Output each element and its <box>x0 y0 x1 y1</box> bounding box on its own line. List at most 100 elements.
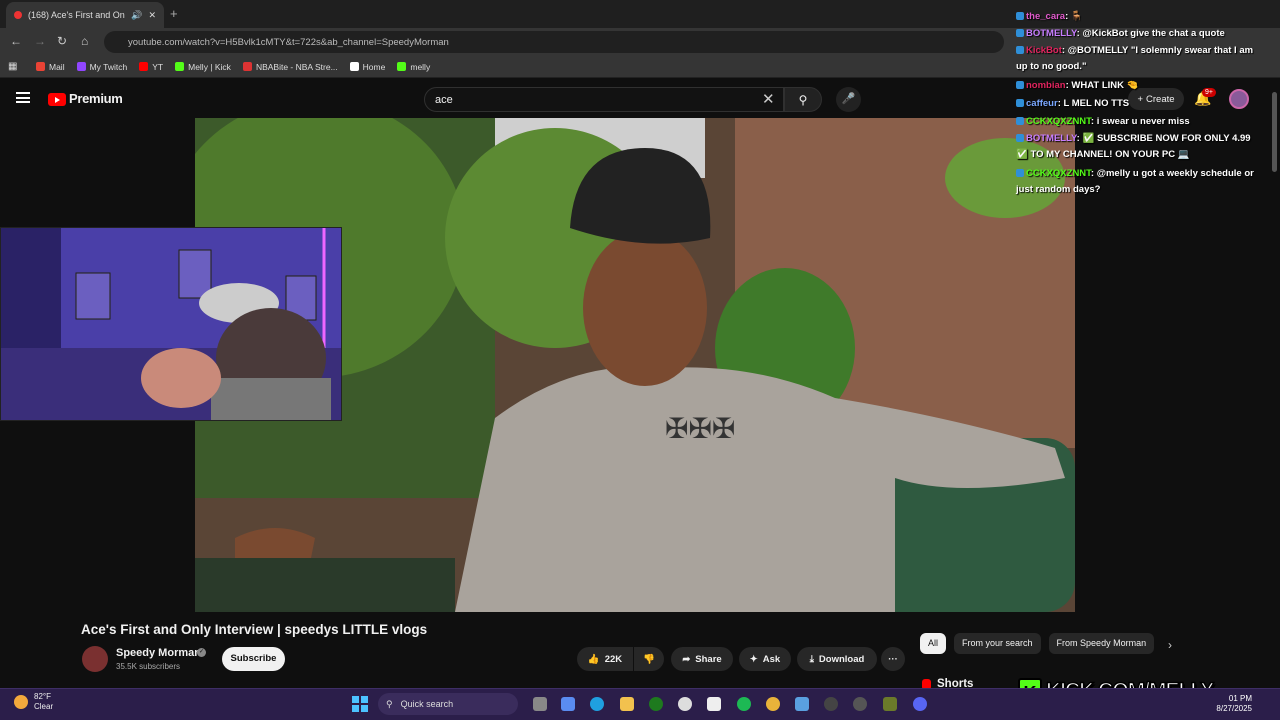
kick-icon <box>397 62 407 71</box>
sparkle-icon: ✦ <box>749 653 758 665</box>
channel-avatar[interactable] <box>82 646 108 672</box>
thumbs-down-icon: 👎 <box>643 653 655 665</box>
bookmark-yt[interactable]: YT <box>139 62 163 72</box>
chat-badge-icon <box>1016 117 1024 125</box>
download-button[interactable]: ⤓ Download <box>797 647 877 671</box>
system-clock[interactable]: 01 PM 8/27/2025 <box>1208 694 1252 714</box>
share-button[interactable]: ➦ Share <box>671 647 733 671</box>
bookmark-twitch[interactable]: My Twitch <box>76 62 127 72</box>
mail-icon <box>36 62 45 71</box>
app-icon[interactable] <box>853 697 867 711</box>
chat-text: ✅ TO MY CHANNEL! ON YOUR PC 💻 <box>1016 149 1190 160</box>
chat-badge-icon <box>1016 12 1024 20</box>
spotify-icon[interactable] <box>737 697 751 711</box>
kick-icon <box>175 62 185 71</box>
chat-username[interactable]: caffeur <box>1026 98 1058 109</box>
webcam-overlay <box>0 227 342 421</box>
forward-icon[interactable]: → <box>34 34 46 48</box>
like-count: 22K <box>604 653 623 665</box>
bookmark-mail[interactable]: Mail <box>36 62 65 72</box>
chat-message: ✅ TO MY CHANNEL! ON YOUR PC 💻 <box>1016 147 1280 163</box>
chip-from-speedy-morman[interactable]: From Speedy Morman <box>1048 633 1155 654</box>
chat-username[interactable]: BOTMELLY <box>1026 28 1077 39</box>
obs-icon[interactable] <box>678 697 692 711</box>
chat-text: : @melly u got a weekly schedule or <box>1090 168 1254 179</box>
search-input[interactable]: ace <box>424 87 784 112</box>
chat-message: BOTMELLY: ✅ SUBSCRIBE NOW FOR ONLY 4.99 <box>1016 131 1280 147</box>
windows-start-icon[interactable] <box>352 696 368 712</box>
chip-from-your-search[interactable]: From your search <box>954 633 1041 654</box>
chat-message: just random days? <box>1016 182 1280 198</box>
photos-icon[interactable] <box>795 697 809 711</box>
chat-text: : i swear u never miss <box>1090 116 1190 127</box>
back-icon[interactable]: ← <box>10 34 22 48</box>
bookmark-nbabite[interactable]: NBABite - NBA Stre... <box>242 62 338 72</box>
chip-all[interactable]: All <box>920 633 947 654</box>
copilot-icon[interactable] <box>561 697 575 711</box>
apps-grid-icon[interactable]: ▦ <box>8 61 17 72</box>
chat-message: KickBot: @BOTMELLY "I solemnly swear tha… <box>1016 43 1280 59</box>
chat-username[interactable]: CCKXQXZNNT <box>1026 168 1091 179</box>
weather-sun-icon <box>14 695 28 709</box>
premium-logo-text[interactable]: Premium <box>69 91 123 106</box>
chat-badge-icon <box>1016 169 1024 177</box>
tab-audio-icon[interactable]: 🔊 <box>131 10 142 21</box>
edge-icon[interactable] <box>590 697 604 711</box>
mic-icon: 🎤 <box>841 93 856 105</box>
search-query: ace <box>435 93 453 106</box>
new-tab-button[interactable]: + <box>170 6 178 21</box>
weather-widget[interactable]: 82°F Clear <box>14 692 53 712</box>
store-icon[interactable] <box>707 697 721 711</box>
chat-message: nombian: WHAT LINK 🤏 <box>1016 78 1280 94</box>
chat-text: up to no good." <box>1016 61 1087 72</box>
minecraft-icon[interactable] <box>883 697 897 711</box>
like-button[interactable]: 👍 22K <box>577 647 633 671</box>
subscribe-button[interactable]: Subscribe <box>222 647 285 671</box>
dislike-button[interactable]: 👎 <box>634 647 664 671</box>
download-label: Download <box>818 653 865 665</box>
clear-search-icon[interactable]: ✕ <box>762 90 775 108</box>
chat-username[interactable]: KickBot <box>1026 45 1062 56</box>
nba-icon <box>242 62 252 71</box>
chat-badge-icon <box>1016 29 1024 37</box>
chat-username[interactable]: BOTMELLY <box>1026 133 1077 144</box>
task-view-icon[interactable] <box>533 697 547 711</box>
chat-message: caffeur: L MEL NO TTS <box>1016 96 1280 112</box>
ask-label: Ask <box>762 653 781 665</box>
chat-username[interactable]: nombian <box>1026 80 1066 91</box>
chat-username[interactable]: CCKXQXZNNT <box>1026 116 1091 127</box>
file-explorer-icon[interactable] <box>620 697 634 711</box>
ask-button[interactable]: ✦ Ask <box>739 647 791 671</box>
tab-title: (168) Ace's First and Only I <box>28 10 125 20</box>
browser-tab[interactable]: (168) Ace's First and Only I 🔊 ✕ <box>6 2 164 28</box>
chat-badge-icon <box>1016 134 1024 142</box>
media-player-icon[interactable] <box>824 697 838 711</box>
bookmark-melly[interactable]: melly <box>397 62 430 72</box>
home-icon[interactable]: ⌂ <box>81 34 88 48</box>
chat-username[interactable]: the_cara <box>1026 11 1065 22</box>
voice-search-button[interactable]: 🎤 <box>836 87 861 112</box>
related-filter-chips: All From your search From Speedy Morman <box>920 633 1155 654</box>
verified-check-icon: ✓ <box>197 648 206 657</box>
hamburger-menu-icon[interactable] <box>16 92 30 103</box>
xbox-icon[interactable] <box>649 697 663 711</box>
address-bar[interactable]: youtube.com/watch?v=H5Bvlk1cMTY&t=722s&a… <box>104 31 1004 53</box>
twitch-icon <box>76 62 86 71</box>
reload-icon[interactable]: ↻ <box>57 34 67 48</box>
chevron-right-icon[interactable]: › <box>1168 638 1172 652</box>
x-icon <box>349 62 359 71</box>
channel-name[interactable]: Speedy Morman <box>116 647 201 659</box>
bookmark-x-home[interactable]: Home <box>349 62 385 72</box>
chrome-icon[interactable] <box>766 697 780 711</box>
clock-time: 01 PM <box>1228 694 1252 703</box>
chat-text: : WHAT LINK 🤏 <box>1065 80 1139 91</box>
bookmark-kick[interactable]: Melly | Kick <box>175 62 231 72</box>
search-button[interactable]: ⚲ <box>784 87 822 112</box>
youtube-logo-icon[interactable] <box>48 93 66 106</box>
more-actions-button[interactable]: ··· <box>881 647 905 671</box>
taskbar-search[interactable]: ⚲ Quick search <box>378 693 518 715</box>
tab-close-icon[interactable]: ✕ <box>148 10 156 21</box>
chat-text: : @KickBot give the chat a quote <box>1076 28 1225 39</box>
chat-message: BOTMELLY: @KickBot give the chat a quote <box>1016 26 1280 42</box>
discord-icon[interactable] <box>913 697 927 711</box>
